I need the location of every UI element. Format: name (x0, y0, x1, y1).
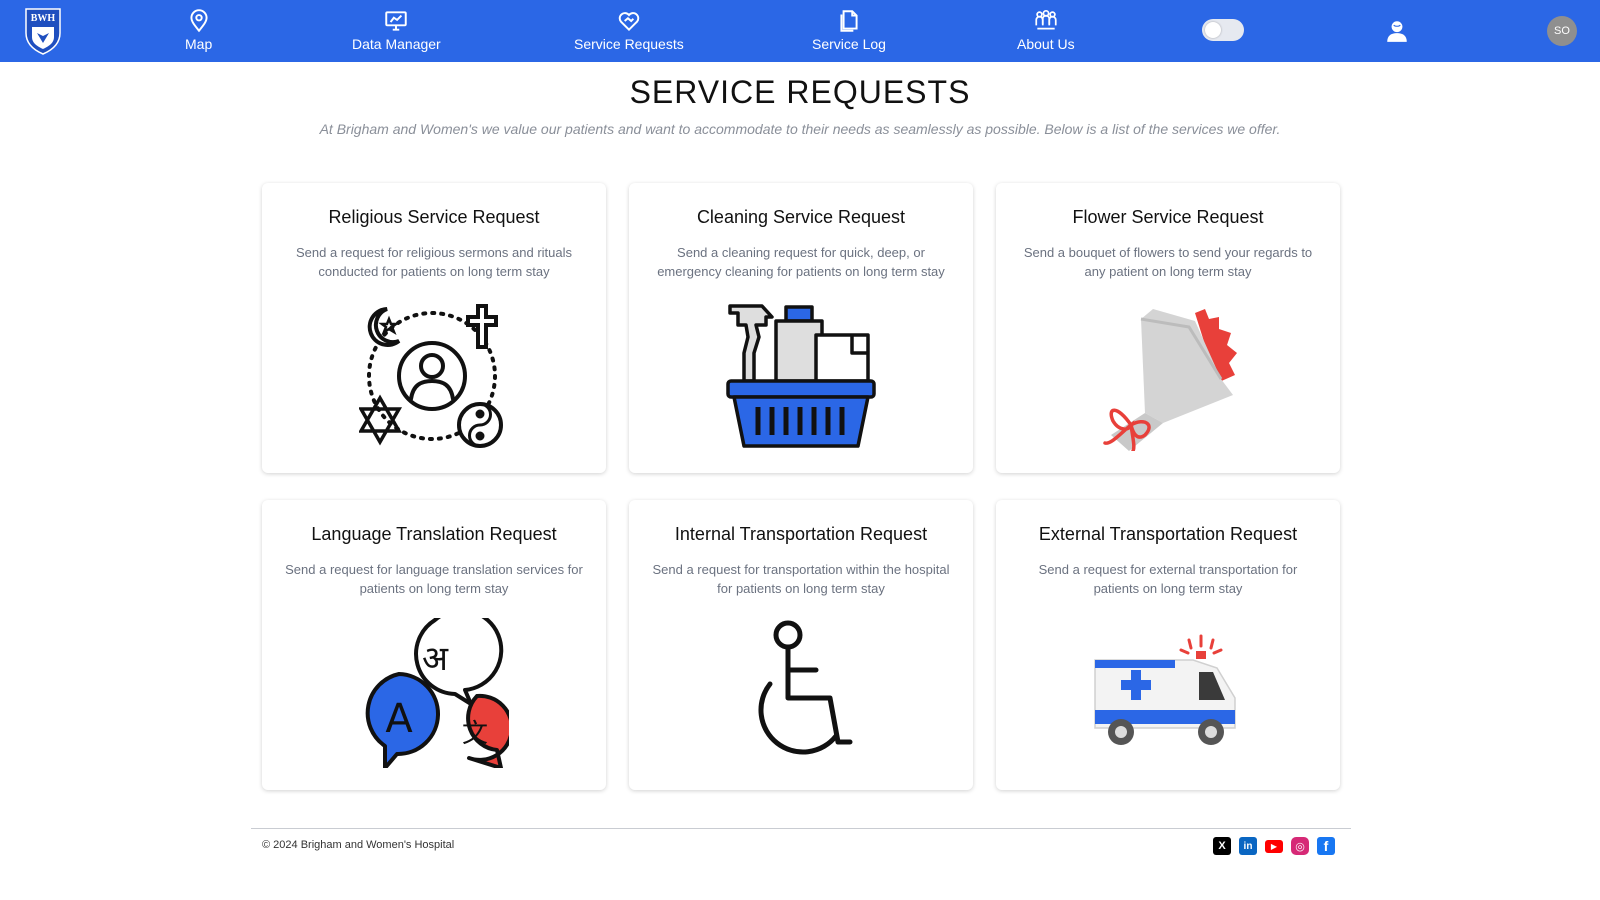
theme-toggle[interactable] (1202, 19, 1244, 41)
card-internal-transportation[interactable]: Internal Transportation Request Send a r… (629, 500, 973, 790)
card-language-translation[interactable]: Language Translation Request Send a requ… (262, 500, 606, 790)
page-title: SERVICE REQUESTS (629, 74, 971, 110)
svg-text:A: A (385, 696, 413, 742)
facebook-icon[interactable]: f (1317, 837, 1335, 855)
religion-icon (359, 304, 503, 448)
nav-map[interactable]: Map (185, 8, 212, 56)
avatar[interactable]: SO (1547, 16, 1577, 46)
nav-about-us[interactable]: About Us (1017, 8, 1075, 56)
nav-service-log[interactable]: Service Log (812, 8, 886, 56)
translation-bubbles-icon: अ A 文 (365, 618, 509, 768)
card-title: External Transportation Request (1038, 524, 1298, 544)
documents-icon (840, 10, 858, 32)
card-cleaning-service[interactable]: Cleaning Service Request Send a cleaning… (629, 183, 973, 473)
nav-map-label: Map (185, 36, 213, 52)
card-description: Send a request for language translation … (285, 562, 583, 596)
svg-text:文: 文 (462, 719, 488, 749)
wheelchair-icon (758, 620, 853, 755)
card-description: Send a request for external transportati… (1038, 562, 1298, 596)
svg-text:अ: अ (422, 639, 449, 679)
user-icon[interactable] (1384, 18, 1410, 44)
top-navbar: BWH Map Data Manager Service Requests Se… (0, 0, 1600, 62)
nav-about-us-label: About Us (1017, 36, 1075, 52)
heart-handshake-icon (618, 12, 640, 32)
nav-service-requests-label: Service Requests (574, 36, 684, 52)
card-religious-service[interactable]: Religious Service Request Send a request… (262, 183, 606, 473)
nav-service-requests[interactable]: Service Requests (574, 8, 684, 56)
svg-text:BWH: BWH (31, 13, 56, 24)
team-icon (1035, 9, 1057, 30)
card-description: Send a cleaning request for quick, deep,… (657, 245, 945, 279)
nav-data-manager[interactable]: Data Manager (352, 8, 441, 56)
map-pin-icon (190, 9, 208, 33)
footer-divider (251, 828, 1351, 829)
card-description: Send a request for transportation within… (652, 562, 950, 596)
nav-data-manager-label: Data Manager (352, 36, 441, 52)
card-title: Language Translation Request (311, 524, 557, 544)
card-external-transportation[interactable]: External Transportation Request Send a r… (996, 500, 1340, 790)
card-title: Flower Service Request (1072, 207, 1264, 227)
card-title: Internal Transportation Request (674, 524, 928, 544)
flower-bouquet-icon (1103, 309, 1237, 451)
instagram-icon[interactable]: ◎ (1291, 837, 1309, 855)
x-icon[interactable]: X (1213, 837, 1231, 855)
bwh-logo[interactable]: BWH (24, 7, 62, 55)
card-description: Send a request for religious sermons and… (295, 245, 573, 279)
presentation-chart-icon (385, 11, 408, 31)
nav-service-log-label: Service Log (812, 36, 886, 52)
ambulance-icon (1094, 634, 1236, 745)
page-subtitle: At Brigham and Women's we value our pati… (319, 121, 1281, 137)
toggle-knob (1205, 22, 1221, 38)
card-description: Send a bouquet of flowers to send your r… (1023, 245, 1313, 279)
copyright-text: © 2024 Brigham and Women's Hospital (262, 839, 455, 851)
card-title: Cleaning Service Request (696, 207, 906, 227)
card-title: Religious Service Request (328, 207, 540, 227)
youtube-icon[interactable]: ▶ (1265, 840, 1283, 853)
linkedin-icon[interactable]: in (1239, 837, 1257, 855)
cleaning-basket-icon (726, 304, 876, 448)
card-flower-service[interactable]: Flower Service Request Send a bouquet of… (996, 183, 1340, 473)
